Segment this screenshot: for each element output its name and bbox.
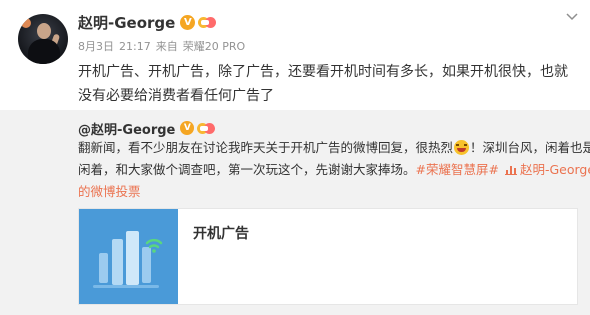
repost-text: 翻新闻，看不少朋友在讨论我昨天关于开机广告的微博回复，很热烈 ！深圳台风，闲着也是… xyxy=(78,137,590,203)
repost-text-line-2: 闲着，和大家做个调查吧，第一次玩这个，先谢谢大家捧场。#荣耀智慧屏# 赵明-Geo… xyxy=(78,159,590,181)
repost-text-1: 翻新闻，看不少朋友在讨论我昨天关于开机广告的微博回复，很热烈 xyxy=(78,140,454,155)
repost-text-2: 闲着，和大家做个调查吧，第一次玩这个，先谢谢大家捧场。 xyxy=(78,162,416,177)
post-source: 荣耀20 PRO xyxy=(182,40,246,53)
verified-v-icon: V xyxy=(180,14,196,30)
grin-emoji-icon xyxy=(454,140,470,155)
avatar-body xyxy=(28,39,60,64)
tv-bars-wifi-icon xyxy=(79,209,178,304)
avatar-light-spot xyxy=(21,18,31,28)
vote-card[interactable]: 开机广告 xyxy=(78,208,578,305)
repost-author-row: @赵明-George V xyxy=(78,119,216,138)
vote-card-title: 开机广告 xyxy=(193,226,249,242)
repost-text-line-1: 翻新闻，看不少朋友在讨论我昨天关于开机广告的微博回复，很热烈 ！深圳台风，闲着也是 xyxy=(78,137,590,159)
post-text: 开机广告、开机广告，除了广告，还要看开机时间有多长，如果开机很快，也就 没有必要… xyxy=(78,60,586,108)
author-row: 赵明-George V xyxy=(78,12,217,33)
post-date[interactable]: 8月3日 xyxy=(78,40,114,53)
repost-verified-v-icon: V xyxy=(180,121,195,135)
repost-author-name[interactable]: @赵明-George xyxy=(78,119,175,138)
post-text-line-2: 没有必要给消费者看任何广告了 xyxy=(78,88,274,104)
repost-text-1-tail: ！深圳台风，闲着也是 xyxy=(470,140,590,155)
vote-link[interactable]: 的微博投票 xyxy=(78,184,141,199)
avatar-head xyxy=(37,23,51,39)
author-name[interactable]: 赵明-George xyxy=(78,12,175,33)
vote-author-link[interactable]: 赵明-George xyxy=(520,162,590,177)
post-time[interactable]: 21:17 xyxy=(119,40,151,53)
post-text-line-1: 开机广告、开机广告，除了广告，还要看开机时间有多长，如果开机很快，也就 xyxy=(78,64,568,80)
author-avatar[interactable] xyxy=(18,14,68,64)
chevron-down-icon[interactable] xyxy=(566,12,578,22)
weibo-post: 赵明-George V 8月3日 21:17 来自 荣耀20 PRO 开机广告、开机广… xyxy=(0,0,590,315)
hashtag-link[interactable]: #荣耀智慧屏# xyxy=(416,162,499,177)
post-meta: 8月3日 21:17 来自 荣耀20 PRO xyxy=(78,38,250,54)
repost-medal-icon[interactable] xyxy=(197,121,216,136)
vote-chart-icon xyxy=(504,166,517,175)
medal-icon[interactable] xyxy=(198,15,217,30)
repost-text-line-3: 的微博投票 xyxy=(78,181,588,203)
source-prefix: 来自 xyxy=(155,40,178,53)
